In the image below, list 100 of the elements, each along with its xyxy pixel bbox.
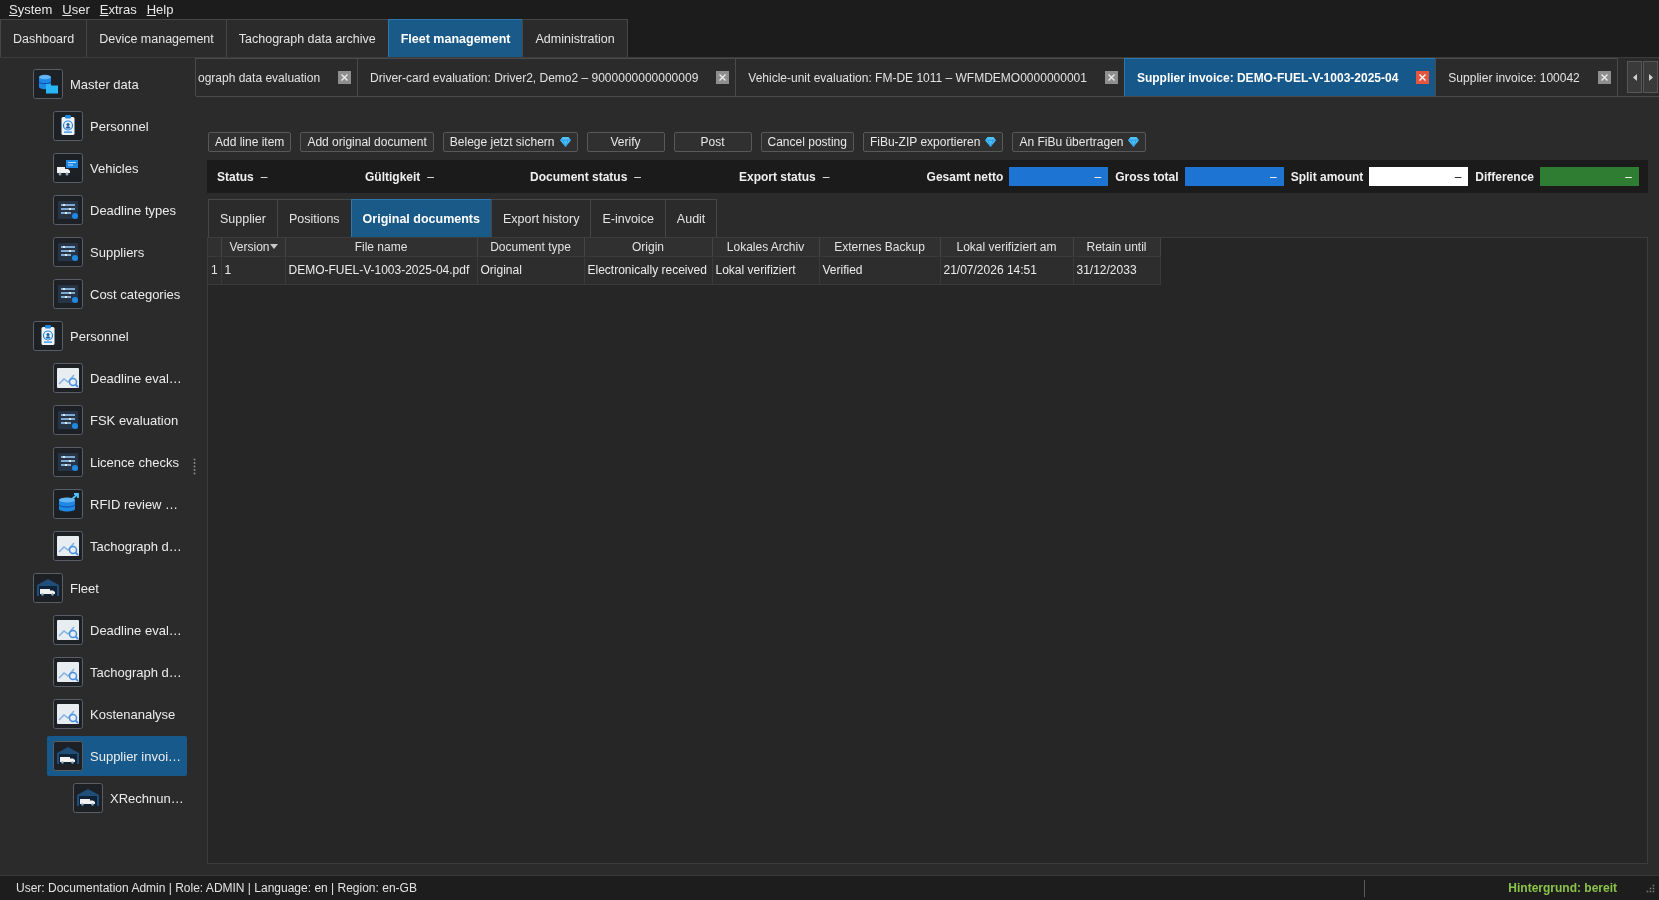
splitter-grip-icon[interactable] [192,458,196,475]
toolbar-button[interactable]: Verify [586,132,665,152]
column-header[interactable]: Version [221,238,285,256]
detail-tab[interactable]: Audit [664,199,718,237]
main-tab[interactable]: Tachograph data archive [225,19,389,57]
amount-display: – [1540,167,1639,186]
document-tab[interactable]: Supplier invoice: 100042 [1435,58,1618,96]
column-header[interactable]: Retain until [1073,238,1160,256]
main-tab[interactable]: Administration [522,19,628,57]
detail-tab[interactable]: Supplier [208,199,278,237]
table-cell: 1 [221,256,285,284]
scroll-tabs-right-button[interactable] [1643,61,1658,93]
session-info: User: Documentation Admin | Role: ADMIN | Language: en | Region: en-GB [16,881,418,895]
truck-garage-icon [53,741,83,771]
diamond-icon [559,137,571,147]
amount-display: – [1184,167,1284,186]
line-chart-icon [53,615,83,645]
line-chart-icon [53,657,83,687]
field-value: – [822,169,830,184]
sort-caret-icon [269,244,278,250]
list-icon [53,279,83,309]
total-label: Difference [1475,169,1534,184]
total-label: Gross total [1115,169,1179,184]
tree-item[interactable]: Tachograph d… [47,652,187,692]
table-cell: 31/12/2033 [1073,256,1160,284]
line-chart-icon [53,699,83,729]
tree-item[interactable]: Supplier invoi… [47,736,187,776]
column-header[interactable]: Externes Backup [819,238,940,256]
field-value: – [427,169,435,184]
tree-item[interactable]: Tachograph d… [47,526,187,566]
tree-item[interactable]: Deadline types [47,190,187,230]
toolbar-button[interactable]: FiBu-ZIP exportieren [862,132,1004,152]
document-tab[interactable]: Supplier invoice: DEMO-FUEL-V-1003-2025-04 [1123,58,1437,96]
close-icon[interactable] [338,71,352,84]
field-label: Gültigkeit [365,169,421,184]
tree-item[interactable]: Cost categories [47,274,187,314]
toolbar-button[interactable]: Belege jetzt sichern [442,132,578,152]
tree-item[interactable]: Vehicles [47,148,187,188]
close-icon[interactable] [1104,71,1118,84]
tree-item[interactable]: RFID review … [47,484,187,524]
close-icon[interactable] [1597,71,1611,84]
scroll-tabs-left-button[interactable] [1627,61,1642,93]
main-tab[interactable]: Fleet management [387,19,524,57]
column-header[interactable]: File name [285,238,477,256]
truck-garage-icon [33,573,63,603]
total-label: Split amount [1290,169,1364,184]
column-header[interactable]: Lokales Archiv [712,238,819,256]
tree-item[interactable]: Deadline eval… [47,358,187,398]
table-cell: 21/07/2026 14:51 [940,256,1073,284]
main-tab[interactable]: Device management [86,19,227,57]
menu-item[interactable]: Help [146,1,174,18]
tree-item[interactable]: Personnel [27,316,187,356]
table-cell: Original [477,256,584,284]
total-label: Gesamt netto [926,169,1004,184]
tree-item[interactable]: Fleet [27,568,187,608]
field-value: – [260,169,268,184]
line-chart-icon [53,363,83,393]
amount-display: – [1369,167,1469,186]
background-status: Hintergrund: bereit [1508,881,1617,895]
diamond-icon [1128,137,1140,147]
list-icon [53,195,83,225]
tree-item[interactable]: Deadline eval… [47,610,187,650]
table-cell: DEMO-FUEL-V-1003-2025-04.pdf [285,256,477,284]
tree-item[interactable]: FSK evaluation [47,400,187,440]
truck-garage-icon [73,783,103,813]
row-header: 1 [208,256,221,284]
toolbar-button[interactable]: Cancel posting [760,132,854,152]
toolbar-button[interactable]: Post [673,132,752,152]
list-icon [53,237,83,267]
field-label: Export status [739,169,816,184]
document-tab[interactable]: ograph data evaluation [195,58,359,96]
detail-tab[interactable]: Export history [491,199,592,237]
main-tab[interactable]: Dashboard [0,19,88,57]
tree-item[interactable]: Kostenanalyse [47,694,187,734]
menu-item[interactable]: Extras [99,1,137,18]
close-icon[interactable] [716,71,730,84]
tree-item[interactable]: Licence checks [47,442,187,482]
list-icon [53,447,83,477]
toolbar-button[interactable]: Add original document [300,132,434,152]
menu-item[interactable]: User [62,1,90,18]
diamond-icon [985,137,997,147]
tree-item[interactable]: Master data [27,64,187,104]
triangle-left-icon [1632,73,1637,81]
tree-item[interactable]: XRechnun… [67,778,187,818]
resize-grip-icon[interactable] [1645,883,1655,893]
column-header[interactable]: Document type [477,238,584,256]
line-chart-icon [53,531,83,561]
column-header[interactable]: Origin [584,238,712,256]
detail-tab[interactable]: Original documents [350,199,492,237]
field-label: Status [217,169,254,184]
tree-item[interactable]: Suppliers [47,232,187,272]
triangle-right-icon [1648,73,1653,81]
close-icon[interactable] [1416,71,1430,84]
toolbar-button[interactable]: Add line item [208,132,292,152]
database-folder-icon [33,69,63,99]
column-header[interactable]: Lokal verifiziert am [940,238,1073,256]
toolbar-button[interactable]: An FiBu übertragen [1012,132,1147,152]
table-cell: Verified [819,256,940,284]
tree-item[interactable]: Personnel [47,106,187,146]
menu-item[interactable]: System [9,1,53,18]
